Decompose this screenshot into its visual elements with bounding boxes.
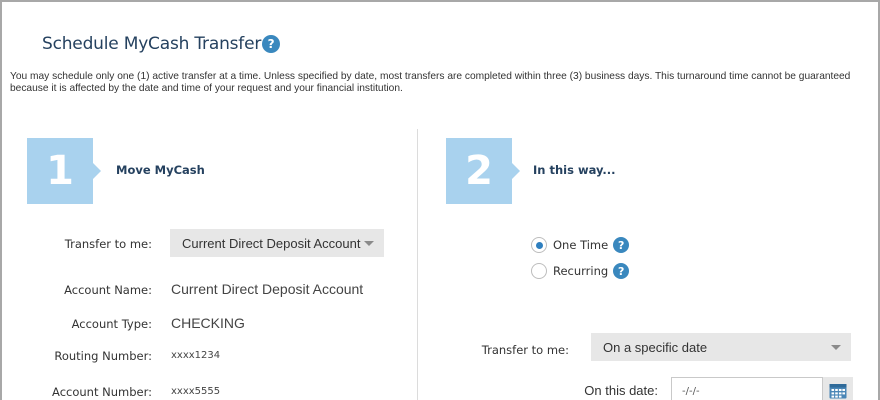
calendar-button[interactable] xyxy=(823,377,853,400)
account-name-label: Account Name: xyxy=(64,283,152,297)
page-title: Schedule MyCash Transfer xyxy=(42,34,262,54)
radio-recurring-label: Recurring xyxy=(553,264,609,278)
date-input[interactable]: -/-/- xyxy=(671,377,823,400)
account-number-label: Account Number: xyxy=(52,385,152,399)
radio-recurring-control[interactable] xyxy=(531,263,547,279)
help-icon[interactable]: ? xyxy=(613,263,630,279)
routing-number-value: xxxx1234 xyxy=(171,350,221,361)
chevron-down-icon xyxy=(831,345,841,350)
transfer-account-select[interactable]: Current Direct Deposit Account xyxy=(170,229,384,257)
help-icon[interactable]: ? xyxy=(613,237,630,253)
step-1-badge: 1 xyxy=(27,138,101,204)
account-type-label: Account Type: xyxy=(71,317,152,331)
radio-one-time[interactable]: One Time ? xyxy=(531,237,630,253)
date-input-value: -/-/- xyxy=(682,385,700,397)
column-divider xyxy=(417,129,418,400)
step-1-number: 1 xyxy=(46,148,74,194)
transfer-notice: You may schedule only one (1) active tra… xyxy=(10,71,851,94)
step-2-badge: 2 xyxy=(446,138,520,204)
calendar-icon xyxy=(829,384,847,399)
chevron-down-icon xyxy=(364,241,374,246)
title-row: Schedule MyCash Transfer ? xyxy=(42,34,281,54)
transfer-timing-select[interactable]: On a specific date xyxy=(591,333,851,361)
radio-one-time-label: One Time xyxy=(553,238,609,252)
account-name-value: Current Direct Deposit Account xyxy=(171,281,364,297)
routing-number-label: Routing Number: xyxy=(54,349,152,363)
account-type-value: CHECKING xyxy=(171,315,245,331)
radio-one-time-control[interactable] xyxy=(531,237,547,253)
transfer-timing-label: Transfer to me: xyxy=(481,343,569,357)
radio-recurring[interactable]: Recurring ? xyxy=(531,263,630,279)
date-label: On this date: xyxy=(584,383,658,398)
step-1-title: Move MyCash xyxy=(116,163,205,177)
transfer-panel: Schedule MyCash Transfer ? You may sched… xyxy=(0,0,880,400)
transfer-account-value: Current Direct Deposit Account xyxy=(182,235,361,251)
step-2-title: In this way... xyxy=(533,163,616,177)
transfer-to-me-label: Transfer to me: xyxy=(64,237,152,251)
step-2-number: 2 xyxy=(465,148,493,194)
transfer-timing-value: On a specific date xyxy=(603,339,708,355)
help-icon[interactable]: ? xyxy=(262,35,281,53)
account-number-value: xxxx5555 xyxy=(171,386,221,397)
